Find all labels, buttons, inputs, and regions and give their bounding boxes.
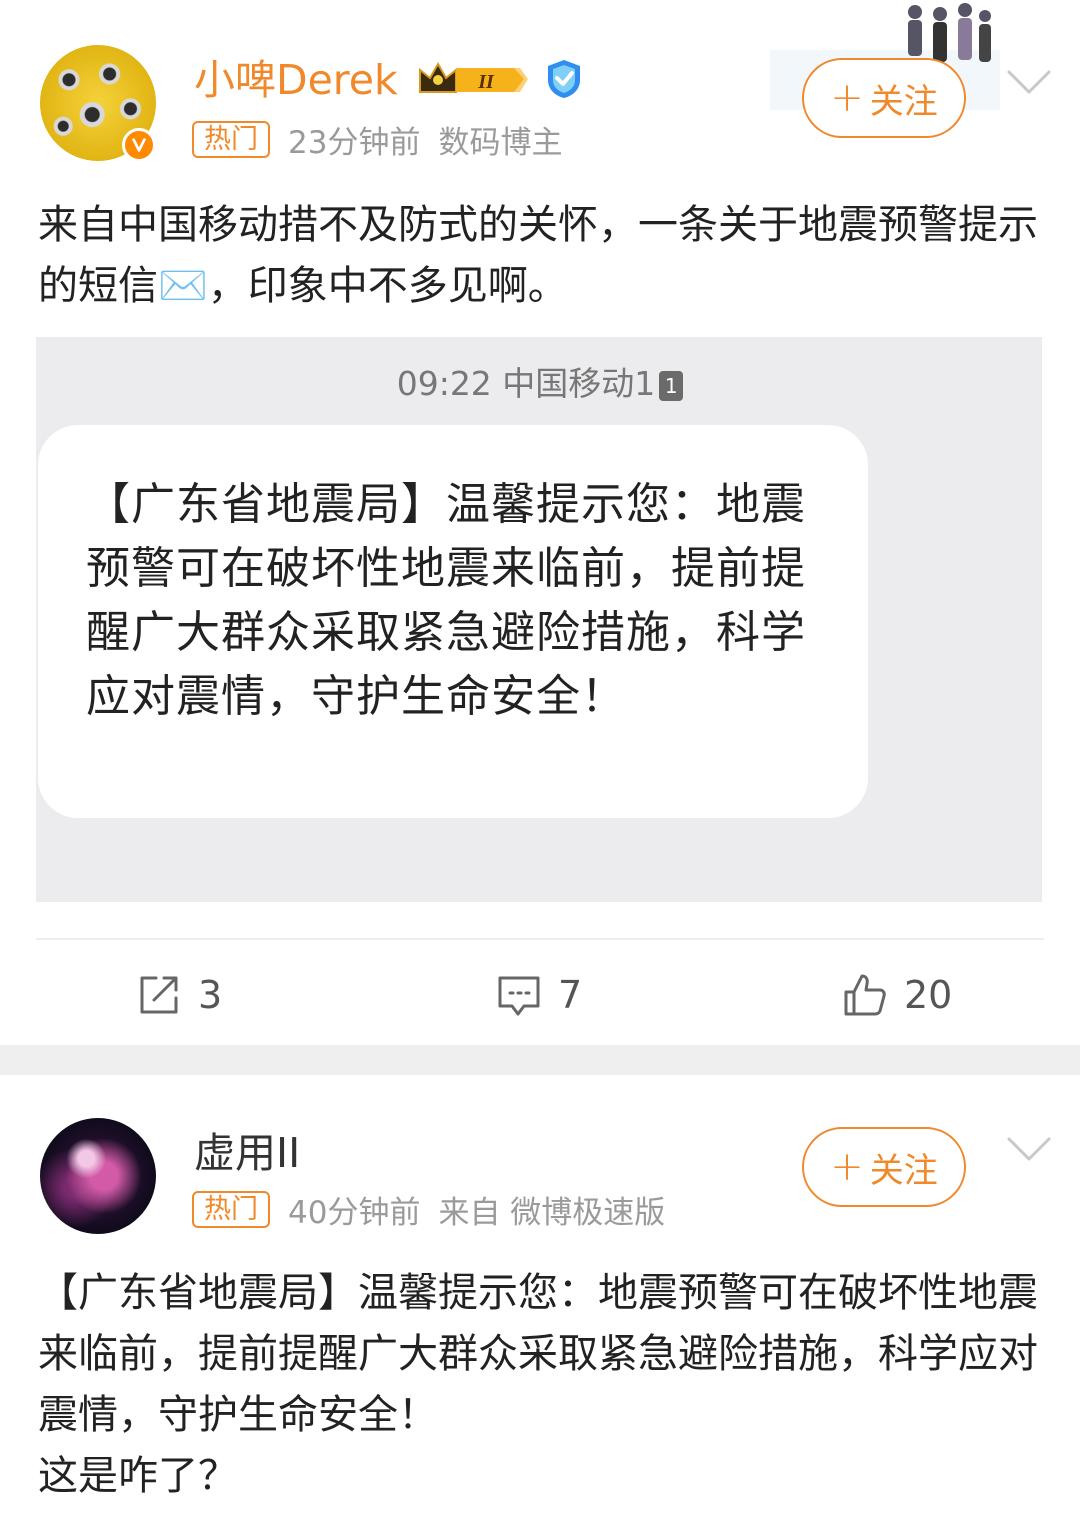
post-text: 来自中国移动措不及防式的关怀，一条关于地震预警提示的短信✉️，印象中不多见啊。 (38, 195, 1048, 317)
plus-icon: + (830, 1144, 864, 1190)
comment-count: 7 (558, 973, 583, 1017)
post-card: 小啤Derek II 热门 23分钟前 数码博主 + 关注 来自中国移动措不及防… (0, 0, 1080, 1045)
post-source: 数码博主 (438, 124, 563, 161)
post-time: 23分钟前 (288, 124, 421, 161)
post-source: 来自 微博极速版 (438, 1194, 666, 1231)
post-meta: 热门 23分钟前 数码博主 (192, 120, 562, 161)
comment-button[interactable]: 7 (496, 960, 582, 1030)
follow-button[interactable]: + 关注 (802, 58, 966, 138)
username[interactable]: 小啤Derek (194, 60, 398, 101)
post-text: 【广东省地震局】温馨提示您：地震预警可在破坏性地震来临前，提前提醒广大群众采取紧… (38, 1263, 1048, 1507)
post-text-line: 【广东省地震局】温馨提示您：地震预警可在破坏性地震来临前，提前提醒广大群众采取紧… (38, 1270, 1038, 1438)
action-bar: 3 7 20 (0, 960, 1080, 1030)
avatar[interactable] (40, 1118, 156, 1234)
crown-level: II (477, 71, 495, 93)
like-button[interactable]: 20 (842, 960, 952, 1030)
sms-message: 【广东省地震局】温馨提示您：地震预警可在破坏性地震来临前，提前提醒广大群众采取紧… (86, 479, 806, 722)
verified-icon (122, 128, 156, 162)
crown-badge-icon: II (419, 61, 528, 93)
comment-icon (498, 976, 540, 1016)
username[interactable]: 虚用II (194, 1133, 300, 1174)
chevron-down-icon[interactable] (1006, 68, 1052, 96)
sim-badge: 1 (659, 370, 684, 401)
repost-count: 3 (198, 973, 223, 1017)
sms-bubble: 【广东省地震局】温馨提示您：地震预警可在破坏性地震来临前，提前提醒广大群众采取紧… (38, 425, 868, 818)
post-text-content: 来自中国移动措不及防式的关怀，一条关于地震预警提示的短信✉️，印象中不多见啊。 (38, 202, 1038, 309)
plus-icon: + (830, 75, 864, 121)
like-count: 20 (904, 973, 953, 1017)
repost-icon (140, 976, 178, 1014)
sms-time-sender: 09:22 中国移动1 (396, 364, 656, 403)
post-time: 40分钟前 (288, 1194, 421, 1231)
feed-separator (0, 1045, 1080, 1075)
hot-tag: 热门 (192, 1190, 270, 1228)
post-text-line: 这是咋了？ (38, 1453, 238, 1499)
sms-header: 09:22 中国移动1 1 (0, 357, 1080, 405)
follow-label: 关注 (869, 81, 938, 122)
hot-tag: 热门 (192, 120, 270, 158)
post-meta: 热门 40分钟前 来自 微博极速版 (192, 1190, 665, 1231)
chevron-down-icon[interactable] (1006, 1135, 1052, 1163)
vip-icon (548, 60, 580, 98)
follow-label: 关注 (869, 1150, 938, 1191)
divider (36, 938, 1044, 940)
like-icon (844, 974, 886, 1016)
follow-button[interactable]: + 关注 (802, 1127, 966, 1207)
repost-button[interactable]: 3 (136, 960, 222, 1030)
